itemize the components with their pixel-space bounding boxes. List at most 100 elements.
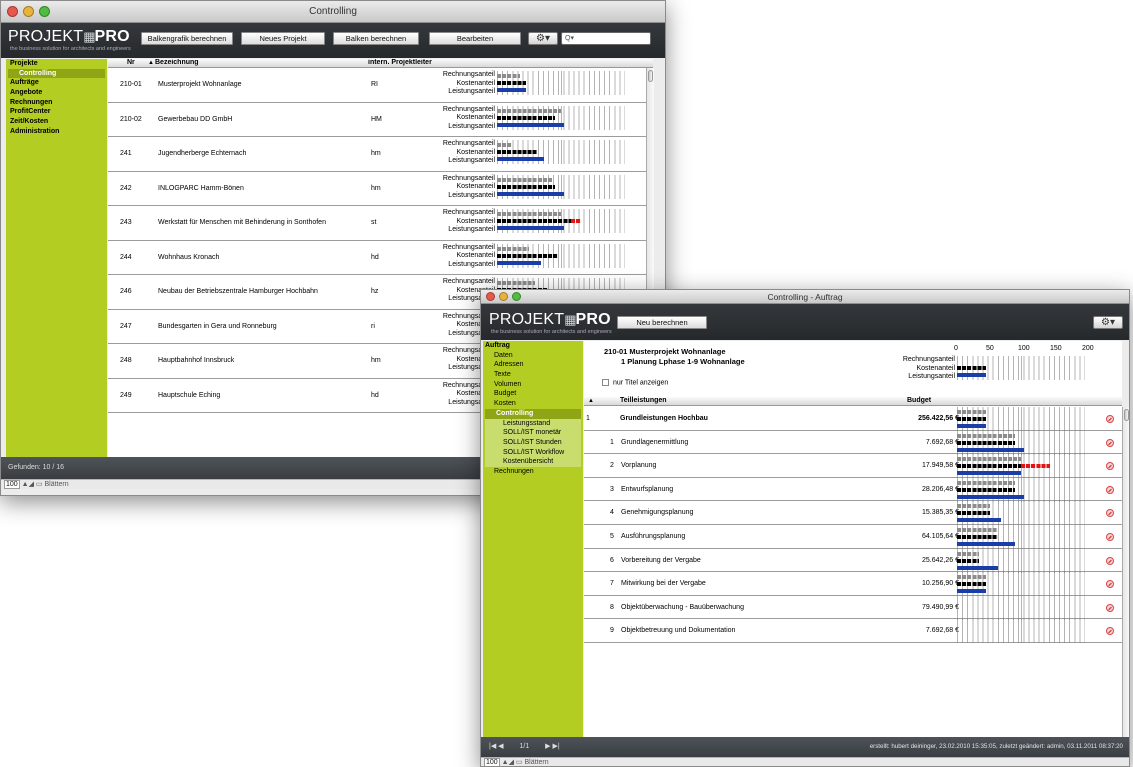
sidebar-item-budget[interactable]: Budget <box>483 389 583 399</box>
table-row[interactable]: 1 Grundleistungen Hochbau 256.422,56 € <box>584 407 1122 431</box>
sidebar-item-kosten[interactable]: Kosten <box>483 399 583 409</box>
row-bar-graphic <box>957 595 1085 620</box>
close-window-icon[interactable] <box>486 292 495 301</box>
zoom-window-icon[interactable] <box>39 6 50 17</box>
sidebar-item-administration[interactable]: Administration <box>6 127 107 137</box>
delete-row-icon[interactable] <box>1106 532 1114 541</box>
delete-row-icon[interactable] <box>1106 485 1114 494</box>
layout-icon[interactable]: ▭ <box>36 481 43 488</box>
delete-row-icon[interactable] <box>1106 438 1114 447</box>
row-bar-graphic <box>497 105 625 130</box>
bearbeiten-button[interactable]: Bearbeiten <box>429 32 521 45</box>
table-row[interactable]: 243 Werkstatt für Menschen mit Behinderun… <box>108 206 653 241</box>
delete-row-icon[interactable] <box>1106 462 1114 471</box>
table-row[interactable]: 7 Mitwirkung bei der Vergabe 10.256,90 € <box>584 572 1122 597</box>
rechnung-bar <box>957 575 987 580</box>
rechnung-bar <box>497 212 561 216</box>
sidebar-item-zeitkosten[interactable]: Zeit/Kosten <box>6 117 107 127</box>
zoom-level[interactable]: 100 <box>484 758 500 766</box>
table-row[interactable]: 2 Vorplanung 17.949,58 € <box>584 454 1122 479</box>
mountain-icon[interactable]: ▲◢ <box>22 481 34 488</box>
sidebar-item-texte[interactable]: Texte <box>483 370 583 380</box>
col-bezeichnung[interactable]: Bezeichnung <box>155 59 199 67</box>
found-count: Gefunden: 10 / 16 <box>8 464 65 471</box>
controlling-auftrag-window[interactable]: Controlling - Auftrag PROJEKT▦PRO the bu… <box>480 289 1130 767</box>
table-row[interactable]: 3 Entwurfsplanung 28.206,48 € <box>584 477 1122 502</box>
kosten-bar <box>957 558 979 563</box>
row-bezeichnung: Hauptbahnhof Innsbruck <box>158 357 235 364</box>
sidebar-item-leistungsstand[interactable]: Leistungsstand <box>485 419 581 429</box>
minimize-window-icon[interactable] <box>499 292 508 301</box>
sidebar-item-rechnungen[interactable]: Rechnungen <box>483 467 583 477</box>
delete-row-icon[interactable] <box>1106 556 1114 565</box>
vertical-scrollbar[interactable] <box>1122 407 1129 737</box>
sidebar-item-angebote[interactable]: Angebote <box>6 88 107 98</box>
zoom-window-icon[interactable] <box>512 292 521 301</box>
balken-berechnen-button[interactable]: Balken berechnen <box>333 32 419 45</box>
sidebar-item-profitcenter[interactable]: ProfitCenter <box>6 107 107 117</box>
col-budget[interactable]: Budget <box>907 397 931 405</box>
status-bar: |◀ ◀ 1/1 ▶ ▶| erstellt: hubert deininger… <box>481 737 1129 757</box>
mode-label[interactable]: Blättern <box>524 759 548 766</box>
neues-projekt-button[interactable]: Neues Projekt <box>241 32 325 45</box>
row-nr: 2 <box>610 462 614 470</box>
col-nr[interactable]: Nr <box>127 59 135 67</box>
table-row[interactable]: 241 Jugendherberge Echternach hm Rechnungsa… <box>108 137 653 172</box>
sidebar-item-controlling[interactable]: Controlling <box>485 408 581 419</box>
gear-menu-icon[interactable]: ⚙▾ <box>528 32 558 45</box>
table-row[interactable]: 1 Grundlagenermittlung 7.692,68 € <box>584 430 1122 455</box>
table-row[interactable]: 8 Objektüberwachung - Bauüberwachung 79.49… <box>584 595 1122 620</box>
zoom-level[interactable]: 100 <box>4 480 20 489</box>
delete-row-icon[interactable] <box>1106 627 1114 636</box>
sidebar-item-sollistmonetr[interactable]: SOLL/IST monetär <box>485 428 581 438</box>
col-teilleistungen[interactable]: Teilleistungen <box>620 397 667 405</box>
row-nr: 247 <box>120 322 132 330</box>
table-row[interactable]: 242 INLOGPARC Hamm-Bönen hm Rechnungsanteil… <box>108 172 653 206</box>
sort-ascending-icon[interactable]: ▲ <box>148 59 154 67</box>
table-row[interactable]: 5 Ausführungsplanung 64.105,64 € <box>584 524 1122 549</box>
table-row[interactable]: 6 Vorbereitung der Vergabe 25.642,26 € <box>584 548 1122 573</box>
last-page-icon[interactable]: ▶ ▶| <box>545 743 560 750</box>
layout-icon[interactable]: ▭ <box>516 759 523 766</box>
delete-row-icon[interactable] <box>1106 580 1114 589</box>
sidebar-item-volumen[interactable]: Volumen <box>483 380 583 390</box>
sidebar-item-rechnungen[interactable]: Rechnungen <box>6 98 107 108</box>
scroll-thumb[interactable] <box>1124 409 1129 421</box>
delete-row-icon[interactable] <box>1106 603 1114 612</box>
search-input[interactable]: Q▾ <box>561 32 651 45</box>
sidebar-item-controlling[interactable]: Controlling <box>8 68 105 79</box>
sidebar-item-daten[interactable]: Daten <box>483 351 583 361</box>
delete-row-icon[interactable] <box>1106 509 1114 518</box>
mountain-icon[interactable]: ▲◢ <box>502 759 514 766</box>
table-row[interactable]: 244 Wohnhaus Kronach hd Rechnungsanteil Kost… <box>108 241 653 275</box>
table-row[interactable]: 210-01 Musterprojekt Wohnanlage RI Rechnung… <box>108 68 653 103</box>
sidebar-item-auftrag[interactable]: Auftrag <box>483 341 583 351</box>
table-row[interactable]: 9 Objektbetreuung und Dokumentation 7.692,… <box>584 619 1122 644</box>
col-projektleiter[interactable]: intern. Projektleiter <box>368 59 432 67</box>
nur-titel-checkbox[interactable] <box>602 379 609 386</box>
row-budget: 15.385,35 € <box>922 509 959 517</box>
scroll-thumb[interactable] <box>648 70 653 82</box>
sidebar-item-auftrge[interactable]: Aufträge <box>6 78 107 88</box>
sidebar-item-adressen[interactable]: Adressen <box>483 360 583 370</box>
table-row[interactable]: 210-02 Gewerbebau DD GmbH HM Rechnungsantei… <box>108 103 653 137</box>
delete-row-icon[interactable] <box>1106 415 1114 423</box>
row-projektleiter: hd <box>371 391 379 399</box>
sort-ascending-icon[interactable]: ▲ <box>588 397 594 405</box>
close-window-icon[interactable] <box>7 6 18 17</box>
sidebar-item-sollistworkflow[interactable]: SOLL/IST Workflow <box>485 448 581 458</box>
sidebar-item-solliststunden[interactable]: SOLL/IST Stunden <box>485 438 581 448</box>
window-titlebar[interactable]: Controlling - Auftrag <box>481 290 1129 304</box>
mode-label[interactable]: Blättern <box>44 481 68 488</box>
table-row[interactable]: 4 Genehmigungsplanung 15.385,35 € <box>584 501 1122 526</box>
titel-checkbox-row[interactable]: nur Titel anzeigen <box>602 379 668 386</box>
window-titlebar[interactable]: Controlling <box>1 1 665 23</box>
sidebar-item-projekte[interactable]: Projekte <box>6 59 107 69</box>
neu-berechnen-button[interactable]: Neu berechnen <box>617 316 707 329</box>
balkengrafik-berechnen-button[interactable]: Balkengrafik berechnen <box>141 32 233 45</box>
first-page-icon[interactable]: |◀ ◀ <box>489 743 504 750</box>
gear-menu-icon[interactable]: ⚙▾ <box>1093 316 1123 329</box>
sidebar-item-kostenbersicht[interactable]: Kostenübersicht <box>485 457 581 467</box>
row-projektleiter: hm <box>371 357 381 364</box>
minimize-window-icon[interactable] <box>23 6 34 17</box>
